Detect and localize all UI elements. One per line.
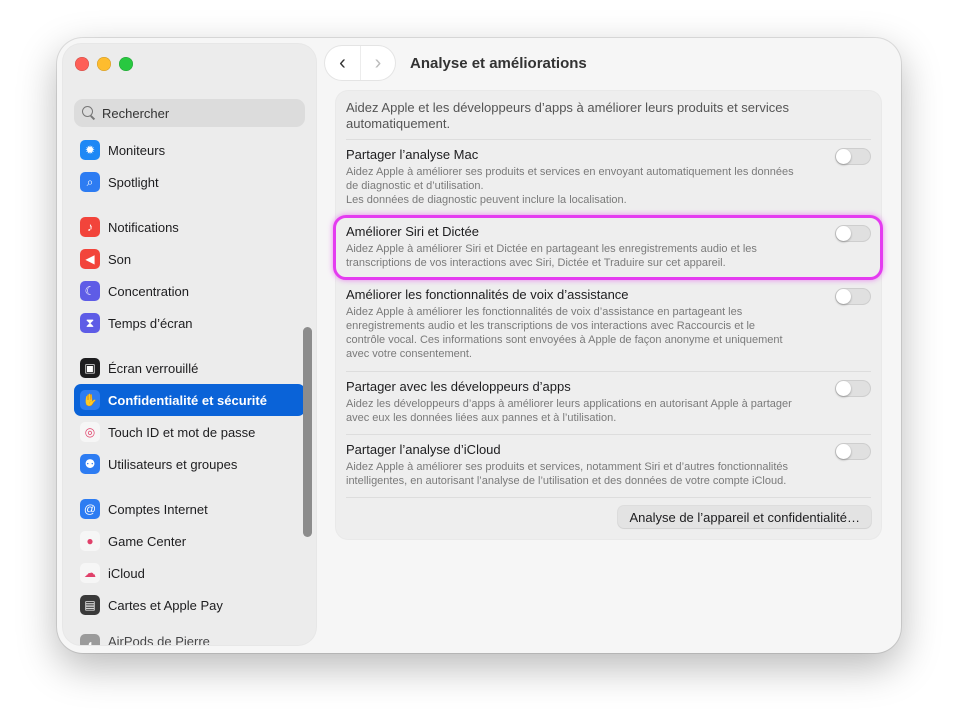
setting-toggle[interactable] [835, 380, 871, 397]
search-field[interactable] [74, 99, 305, 127]
sidebar-item-label: Confidentialité et sécurité [108, 392, 267, 408]
sidebar-item[interactable]: ☁ iCloud [74, 557, 305, 589]
chevron-right-icon: › [374, 51, 382, 74]
speaker-icon: ◀ [80, 249, 100, 269]
setting-description: Aidez Apple à améliorer ses produits et … [346, 461, 789, 487]
sidebar-item-label: Temps d’écran [108, 315, 193, 331]
sidebar-item[interactable]: ♪ Notifications [74, 211, 305, 243]
sidebar-item-label: Cartes et Apple Pay [108, 597, 223, 613]
back-button[interactable]: ‹ [325, 46, 360, 80]
settings-card: Aidez Apple et les développeurs d’apps à… [336, 91, 881, 539]
sidebar-item-label: Notifications [108, 219, 179, 235]
sidebar-item-label: AirPods de Pierre [108, 634, 210, 645]
sidebar-item[interactable]: ▤ Cartes et Apple Pay [74, 589, 305, 621]
cloud-icon: ☁ [80, 563, 100, 583]
settings-window: ✹ Moniteurs ⌕ Spotlight ♪ Notifications ◀ Son ☾ C… [57, 38, 901, 653]
setting-title: Améliorer Siri et Dictée [346, 224, 479, 239]
close-button[interactable] [75, 57, 89, 71]
setting-description: Aidez Apple à améliorer ses produits et … [346, 166, 794, 206]
users-icon: ⚉ [80, 454, 100, 474]
setting-row: Améliorer les fonctionnalités de voix d’… [346, 279, 871, 371]
wallet-icon: ▤ [80, 595, 100, 615]
sidebar-group: ▣ Écran verrouillé ✋ Confidentialité et séc… [74, 352, 305, 480]
sidebar-item[interactable]: ◖ AirPods de Pierre [74, 634, 305, 645]
sidebar-item[interactable]: ● Game Center [74, 525, 305, 557]
sidebar-item-label: Moniteurs [108, 142, 166, 158]
setting-title: Partager l’analyse Mac [346, 147, 479, 162]
intro-text: Aidez Apple et les développeurs d’apps à… [346, 100, 789, 131]
airpods-icon: ◖ [80, 634, 100, 645]
setting-title: Améliorer les fonctionnalités de voix d’… [346, 287, 629, 302]
setting-description: Aidez les développeurs d’apps à améliore… [346, 398, 792, 424]
sidebar-group: @ Comptes Internet ● Game Center ☁ iCloud ▤ Car… [74, 493, 305, 621]
window-controls [75, 57, 133, 71]
divider [346, 497, 871, 498]
sidebar-item-label: Touch ID et mot de passe [108, 424, 256, 440]
sidebar-group: ♪ Notifications ◀ Son ☾ Concentration ⧗ Temps d… [74, 211, 305, 339]
bell-icon: ♪ [80, 217, 100, 237]
sidebar-item[interactable]: ⚉ Utilisateurs et groupes [74, 448, 305, 480]
sidebar-item[interactable]: @ Comptes Internet [74, 493, 305, 525]
device-analytics-button[interactable]: Analyse de l’appareil et confidentialité… [618, 506, 871, 528]
sidebar-item-label: Son [108, 251, 132, 267]
sidebar-item[interactable]: ▣ Écran verrouillé [74, 352, 305, 384]
setting-toggle[interactable] [835, 225, 871, 242]
fingerprint-icon: ◎ [80, 422, 100, 442]
setting-toggle[interactable] [835, 443, 871, 460]
sidebar-item[interactable]: ✹ Moniteurs [74, 134, 305, 166]
setting-title: Partager l’analyse d’iCloud [346, 442, 501, 457]
sidebar-item[interactable]: ◎ Touch ID et mot de passe [74, 416, 305, 448]
game-center-icon: ● [80, 531, 100, 551]
sidebar-scrollbar[interactable] [303, 327, 312, 537]
sidebar-item-label: iCloud [108, 565, 145, 581]
navigation-buttons: ‹ › [325, 46, 395, 80]
sun-icon: ✹ [80, 140, 100, 160]
chevron-left-icon: ‹ [339, 51, 346, 74]
sidebar: ✹ Moniteurs ⌕ Spotlight ♪ Notifications ◀ Son ☾ C… [63, 44, 316, 645]
hand-icon: ✋ [80, 390, 100, 410]
zoom-button[interactable] [119, 57, 133, 71]
sidebar-item[interactable]: ⌕ Spotlight [74, 166, 305, 198]
toolbar: ‹ › Analyse et améliorations [325, 46, 587, 80]
setting-description: Aidez Apple à améliorer les fonctionnali… [346, 306, 783, 360]
spotlight-icon: ⌕ [80, 172, 100, 192]
page-title: Analyse et améliorations [410, 54, 587, 72]
forward-button[interactable]: › [360, 46, 395, 80]
setting-toggle[interactable] [835, 288, 871, 305]
sidebar-item[interactable]: ☾ Concentration [74, 275, 305, 307]
setting-toggle[interactable] [835, 148, 871, 165]
sidebar-item[interactable]: ⧗ Temps d’écran [74, 307, 305, 339]
search-icon [82, 106, 96, 120]
sidebar-item-label: Concentration [108, 283, 189, 299]
at-icon: @ [80, 499, 100, 519]
sidebar-item-label: Utilisateurs et groupes [108, 456, 238, 472]
sidebar-item-label: Game Center [108, 533, 187, 549]
setting-row: Partager l’analyse d’iCloud Aidez Apple à… [346, 434, 871, 497]
sidebar-group: ✹ Moniteurs ⌕ Spotlight [74, 134, 305, 198]
sidebar-item-label: Comptes Internet [108, 501, 208, 517]
setting-row: Améliorer Siri et Dictée Aidez Apple à am… [346, 216, 871, 279]
lock-icon: ▣ [80, 358, 100, 378]
sidebar-item-label: Spotlight [108, 174, 159, 190]
setting-title: Partager avec les développeurs d’apps [346, 379, 571, 394]
setting-description: Aidez Apple à améliorer Siri et Dictée e… [346, 243, 757, 269]
sidebar-item[interactable]: ◀ Son [74, 243, 305, 275]
minimize-button[interactable] [97, 57, 111, 71]
setting-row: Partager l’analyse Mac Aidez Apple à amél… [346, 139, 871, 216]
moon-icon: ☾ [80, 281, 100, 301]
setting-row: Partager avec les développeurs d’apps Aid… [346, 371, 871, 434]
sidebar-nav: ✹ Moniteurs ⌕ Spotlight ♪ Notifications ◀ Son ☾ C… [74, 134, 305, 645]
sidebar-item[interactable]: ✋ Confidentialité et sécurité [74, 384, 305, 416]
sidebar-item-label: Écran verrouillé [108, 360, 199, 376]
hourglass-icon: ⧗ [80, 313, 100, 333]
search-input[interactable] [102, 105, 292, 121]
